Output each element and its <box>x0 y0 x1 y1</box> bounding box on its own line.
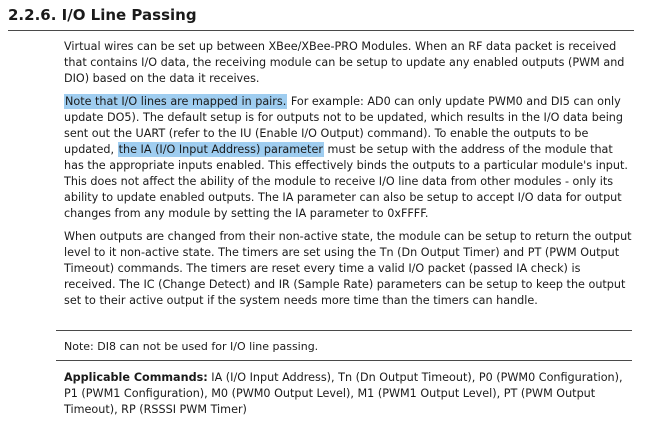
title-divider <box>8 30 634 31</box>
applicable-commands-label: Applicable Commands: <box>64 371 208 384</box>
note-box: Note: DI8 can not be used for I/O line p… <box>56 330 632 361</box>
highlighted-text-pairs: Note that I/O lines are mapped in pairs. <box>64 94 288 109</box>
note-text: Note: DI8 can not be used for I/O line p… <box>64 340 319 353</box>
section-body: Virtual wires can be set up between XBee… <box>64 39 632 316</box>
paragraph-timers: When outputs are changed from their non-… <box>64 230 632 307</box>
paragraph-mapping: Note that I/O lines are mapped in pairs.… <box>64 94 632 222</box>
applicable-commands: Applicable Commands: IA (I/O Input Addre… <box>64 370 632 418</box>
document-page: 2.2.6. I/O Line Passing Virtual wires ca… <box>0 0 650 423</box>
highlighted-text-ia-parameter: the IA (I/O Input Address) parameter <box>117 142 324 157</box>
paragraph-virtual-wires: Virtual wires can be set up between XBee… <box>64 40 625 85</box>
section-title: 2.2.6. I/O Line Passing <box>8 6 197 24</box>
